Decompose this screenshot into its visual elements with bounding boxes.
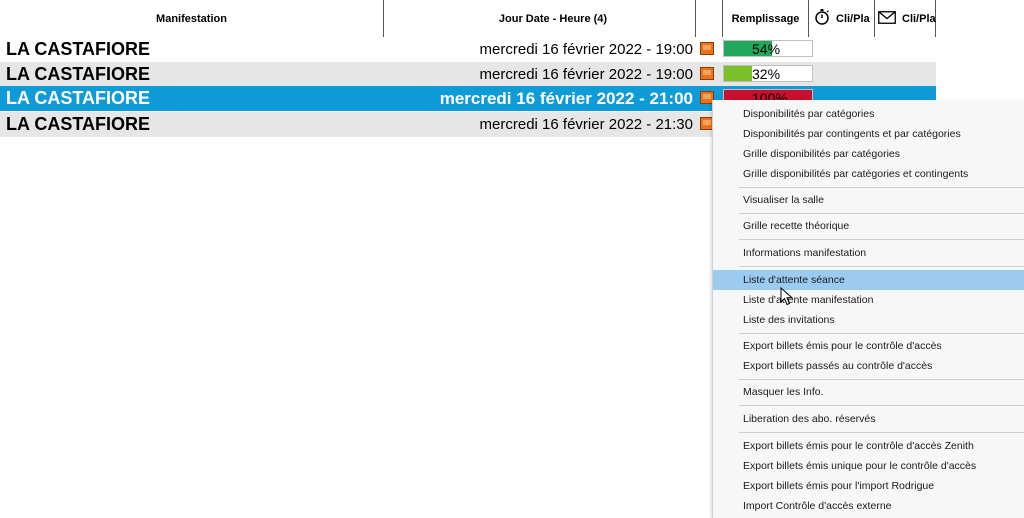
session-datetime: mercredi 16 février 2022 - 19:00 (479, 41, 693, 58)
menu-separator (739, 239, 1024, 240)
manifestation-name: LA CASTAFIORE (6, 114, 150, 134)
column-header-cli-pla-mail[interactable]: Cli/Pla (875, 0, 936, 37)
manifestation-name: LA CASTAFIORE (6, 39, 150, 59)
column-header-jour-date[interactable]: Jour Date - Heure (4) (384, 0, 723, 37)
manifestation-name: LA CASTAFIORE (6, 88, 150, 108)
column-header-label: Remplissage (731, 12, 800, 25)
menu-item-grille-recette-theorique[interactable]: Grille recette théorique (713, 216, 1024, 236)
envelope-icon (878, 10, 896, 27)
menu-separator (739, 187, 1024, 188)
fill-rate-bar: 32% (723, 65, 813, 82)
table-row[interactable]: LA CASTAFIORE mercredi 16 février 2022 -… (0, 37, 936, 62)
table-row[interactable]: LA CASTAFIORE mercredi 16 février 2022 -… (0, 62, 936, 87)
menu-item-liste-invitations[interactable]: Liste des invitations (713, 310, 1024, 330)
column-header-cli-pla-time[interactable]: Cli/Pla (809, 0, 875, 37)
session-datetime: mercredi 16 février 2022 - 21:30 (479, 116, 693, 133)
menu-item-export-billets-emis-controle[interactable]: Export billets émis pour le contrôle d'a… (713, 336, 1024, 356)
menu-item-informations-manifestation[interactable]: Informations manifestation (713, 243, 1024, 263)
menu-item-export-emis-unique-controle[interactable]: Export billets émis unique pour le contr… (713, 456, 1024, 476)
menu-separator (739, 333, 1024, 334)
context-menu: Disponibilités par catégories Disponibil… (712, 100, 1024, 518)
column-header-label: Cli/Pla (836, 12, 870, 25)
menu-separator (739, 405, 1024, 406)
column-header-label: Manifestation (156, 12, 227, 25)
stopwatch-icon (814, 8, 830, 29)
menu-item-export-import-rodrigue[interactable]: Export billets émis pour l'import Rodrig… (713, 476, 1024, 496)
ticket-icon[interactable] (700, 42, 714, 55)
menu-item-liste-attente-seance[interactable]: Liste d'attente séance (713, 270, 1024, 290)
menu-item-liste-attente-manifestation[interactable]: Liste d'attente manifestation (713, 290, 1024, 310)
fill-rate-bar: 54% (723, 40, 813, 57)
session-datetime: mercredi 16 février 2022 - 19:00 (479, 66, 693, 83)
menu-item-grille-disponibilites-categories-contingents[interactable]: Grille disponibilités par catégories et … (713, 164, 1024, 184)
fill-rate-fill (724, 66, 753, 81)
menu-separator (739, 379, 1024, 380)
fill-rate-label: 32% (752, 66, 781, 82)
column-header-manifestation[interactable]: Manifestation (0, 0, 384, 37)
manifestation-name: LA CASTAFIORE (6, 64, 150, 84)
column-header-label: Jour Date - Heure (4) (498, 12, 608, 25)
column-header-label: Cli/Pla (902, 12, 936, 25)
menu-separator (739, 213, 1024, 214)
menu-separator (739, 432, 1024, 433)
fill-rate-label: 54% (752, 41, 781, 57)
menu-item-disponibilites-categories[interactable]: Disponibilités par catégories (713, 104, 1024, 124)
menu-item-masquer-info[interactable]: Masquer les Info. (713, 382, 1024, 402)
column-header-remplissage[interactable]: Remplissage (723, 0, 809, 37)
menu-item-export-controle-zenith[interactable]: Export billets émis pour le contrôle d'a… (713, 436, 1024, 456)
menu-item-import-controle-externe[interactable]: Import Contrôle d'accès externe (713, 496, 1024, 516)
session-datetime: mercredi 16 février 2022 - 21:00 (439, 89, 693, 108)
menu-item-export-billets-passes-controle[interactable]: Export billets passés au contrôle d'accè… (713, 356, 1024, 376)
menu-separator (739, 266, 1024, 267)
column-header-tag[interactable] (695, 0, 723, 37)
menu-item-disponibilites-contingents-categories[interactable]: Disponibilités par contingents et par ca… (713, 124, 1024, 144)
ticket-icon[interactable] (700, 67, 714, 80)
grid-header: Manifestation Jour Date - Heure (4) Remp… (0, 0, 936, 38)
menu-item-grille-disponibilites-categories[interactable]: Grille disponibilités par catégories (713, 144, 1024, 164)
menu-item-visualiser-salle[interactable]: Visualiser la salle (713, 190, 1024, 210)
menu-item-liberation-abo-reserves[interactable]: Liberation des abo. réservés (713, 409, 1024, 429)
mouse-pointer-icon (780, 286, 794, 312)
